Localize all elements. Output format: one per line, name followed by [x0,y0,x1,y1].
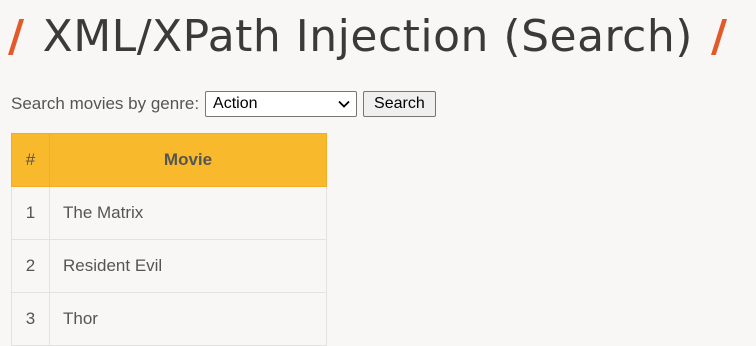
title-slash-right: / [710,11,728,62]
search-button[interactable]: Search [363,91,436,117]
search-label: Search movies by genre: [11,94,200,113]
title-slash-left: / [8,11,25,62]
column-header-movie: Movie [49,133,327,187]
movie-title: The Matrix [49,186,327,240]
search-form: Search movies by genre: Action Search [11,90,436,118]
genre-select-value: Action [213,95,258,112]
column-header-number: # [11,133,50,187]
page-title-text: XML/XPath Injection (Search) [42,11,693,62]
results-table: # Movie 1 The Matrix 2 Resident Evil 3 T… [11,133,327,346]
row-number: 3 [11,292,50,346]
row-number: 1 [11,186,50,240]
chevron-down-icon [338,100,350,108]
movie-title: Thor [49,292,327,346]
table-row: 1 The Matrix [11,186,327,240]
page-title: / XML/XPath Injection (Search) / [8,2,728,72]
movie-title: Resident Evil [49,239,327,293]
row-number: 2 [11,239,50,293]
table-row: 3 Thor [11,292,327,346]
table-row: 2 Resident Evil [11,239,327,293]
table-header-row: # Movie [11,133,327,187]
genre-select[interactable]: Action [205,91,358,117]
